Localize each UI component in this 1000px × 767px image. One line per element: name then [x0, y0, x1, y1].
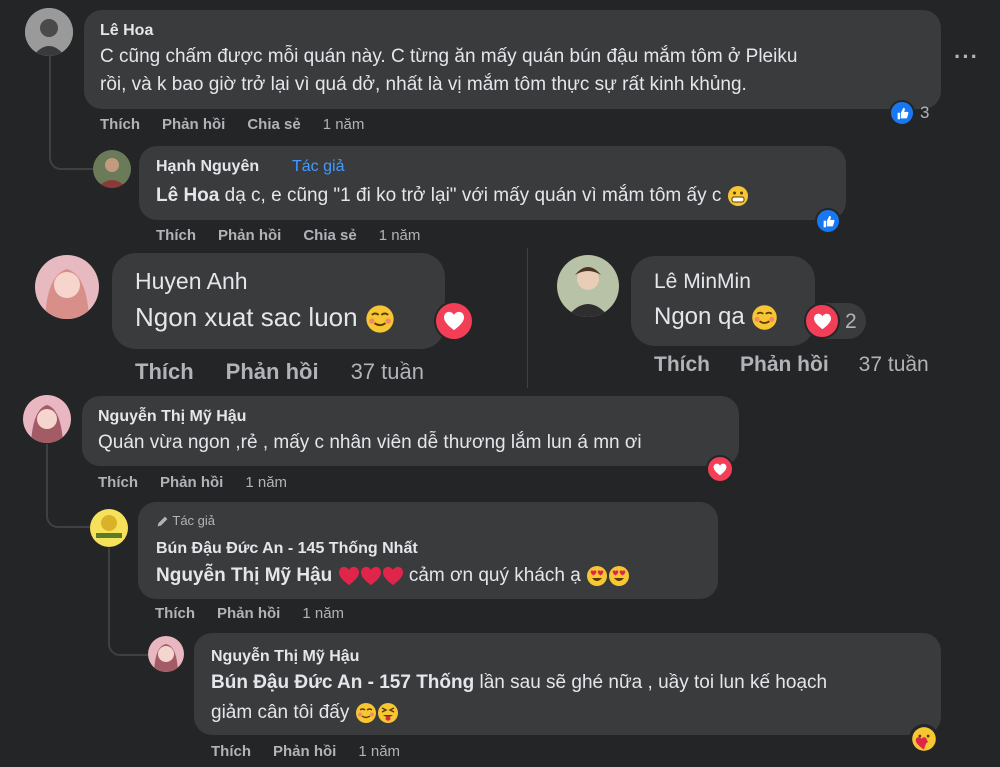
reaction-count: 2 — [845, 310, 857, 333]
comment-actions: Thích Phản hồi 1 năm — [155, 605, 344, 622]
love-reaction-icon[interactable] — [804, 303, 840, 339]
author-badge: Tác giả — [156, 513, 215, 528]
comment-author[interactable]: Nguyễn Thị Mỹ Hậu — [211, 648, 359, 666]
comment-text: C cũng chấm được mỗi quán này. C từng ăn… — [100, 46, 798, 67]
comment-timestamp[interactable]: 1 năm — [302, 605, 344, 622]
reply-button[interactable]: Phản hồi — [226, 359, 319, 385]
comment-timestamp[interactable]: 1 năm — [379, 227, 421, 244]
heart-eyes-emoji-icon — [587, 566, 608, 586]
comment-actions: Thích Phản hồi 37 tuần — [654, 353, 929, 377]
care-reaction-icon[interactable] — [909, 724, 939, 754]
comment-author[interactable]: Nguyễn Thị Mỹ Hậu — [98, 408, 246, 426]
pencil-icon — [157, 516, 168, 527]
like-reaction-icon[interactable] — [815, 208, 841, 234]
reply-button[interactable]: Phản hồi — [162, 116, 225, 133]
reply-button[interactable]: Phản hồi — [273, 743, 336, 760]
like-button[interactable]: Thích — [211, 743, 251, 760]
reply-button[interactable]: Phản hồi — [218, 227, 281, 244]
grinning-emoji-icon — [727, 186, 748, 206]
smiling-emoji-icon — [355, 703, 376, 723]
thread-elbow — [49, 150, 93, 170]
comment-timestamp[interactable]: 1 năm — [323, 116, 365, 133]
like-button[interactable]: Thích — [100, 116, 140, 133]
author-badge: Tác giả — [292, 158, 345, 175]
comment-text: Ngon xuat sac luon — [135, 302, 395, 334]
heart-emoji-icon — [360, 566, 381, 586]
thread-line — [49, 56, 51, 156]
comment-timestamp[interactable]: 1 năm — [358, 743, 400, 760]
mention-link[interactable]: Lê Hoa — [156, 185, 219, 206]
comment-text: Lê Hoa dạ c, e cũng "1 đi ko trở lại" vớ… — [156, 185, 749, 207]
mention-link[interactable]: Nguyễn Thị Mỹ Hậu — [156, 565, 332, 586]
reply-button[interactable]: Phản hồi — [217, 605, 280, 622]
mention-link[interactable]: Bún Đậu Đức An - 157 Thống — [211, 672, 474, 693]
comment-actions: Thích Phản hồi 37 tuần — [135, 359, 424, 385]
comment-author[interactable]: Lê Hoa — [100, 22, 153, 40]
thread-elbow — [108, 634, 148, 656]
love-reaction-icon[interactable] — [434, 301, 474, 341]
smiling-emoji-icon — [752, 305, 778, 330]
smiling-emoji-icon — [366, 305, 394, 333]
comment-actions: Thích Phản hồi 1 năm — [211, 743, 400, 760]
like-button[interactable]: Thích — [135, 359, 194, 385]
comment-text: Quán vừa ngon ,rẻ , mấy c nhân viên dễ t… — [98, 432, 642, 453]
comment-author[interactable]: Hạnh Nguyên — [156, 158, 259, 176]
comment-actions: Thích Phản hồi Chia sẻ 1 năm — [100, 116, 364, 133]
comment-author[interactable]: Bún Đậu Đức An - 145 Thống Nhất — [156, 540, 418, 558]
like-reaction-icon[interactable] — [889, 100, 915, 126]
comment-author[interactable]: Lê MinMin — [654, 270, 751, 294]
share-button[interactable]: Chia sẻ — [303, 227, 356, 244]
heart-emoji-icon — [338, 566, 359, 586]
thread-elbow — [46, 500, 90, 528]
more-options-icon[interactable]: ··· — [954, 44, 979, 70]
comment-author[interactable]: Huyen Anh — [135, 268, 248, 295]
comment-timestamp[interactable]: 37 tuần — [859, 353, 929, 377]
avatar[interactable] — [25, 8, 73, 56]
reaction-count: 3 — [920, 103, 930, 122]
comment-text: Nguyễn Thị Mỹ Hậu cảm ơn quý khách ạ — [156, 565, 630, 587]
thread-line — [46, 444, 48, 504]
avatar[interactable] — [93, 150, 131, 188]
comment-timestamp[interactable]: 37 tuần — [351, 359, 424, 385]
comment-text: Ngon qa — [654, 303, 778, 331]
like-button[interactable]: Thích — [654, 353, 710, 377]
comment-timestamp[interactable]: 1 năm — [245, 474, 287, 491]
comment-text: Bún Đậu Đức An - 157 Thống lần sau sẽ gh… — [211, 672, 828, 693]
comment-text: giảm cân tôi đấy — [211, 702, 399, 724]
love-reaction-icon[interactable] — [706, 455, 734, 483]
heart-emoji-icon — [382, 566, 403, 586]
avatar[interactable] — [90, 509, 128, 547]
avatar[interactable] — [557, 255, 619, 317]
like-button[interactable]: Thích — [156, 227, 196, 244]
comment-actions: Thích Phản hồi 1 năm — [98, 474, 287, 491]
reply-button[interactable]: Phản hồi — [160, 474, 223, 491]
squinting-tongue-emoji-icon — [377, 703, 398, 723]
column-divider — [527, 248, 528, 388]
like-button[interactable]: Thích — [155, 605, 195, 622]
reply-button[interactable]: Phản hồi — [740, 353, 829, 377]
share-button[interactable]: Chia sẻ — [247, 116, 300, 133]
avatar[interactable] — [23, 395, 71, 443]
avatar[interactable] — [148, 636, 184, 672]
comment-text: rồi, và k bao giờ trở lại vì quá dở, nhấ… — [100, 74, 747, 95]
heart-eyes-emoji-icon — [609, 566, 630, 586]
avatar[interactable] — [35, 255, 99, 319]
thread-line — [108, 548, 110, 638]
comment-actions: Thích Phản hồi Chia sẻ 1 năm — [156, 227, 420, 244]
like-button[interactable]: Thích — [98, 474, 138, 491]
comment-bubble — [82, 396, 739, 466]
